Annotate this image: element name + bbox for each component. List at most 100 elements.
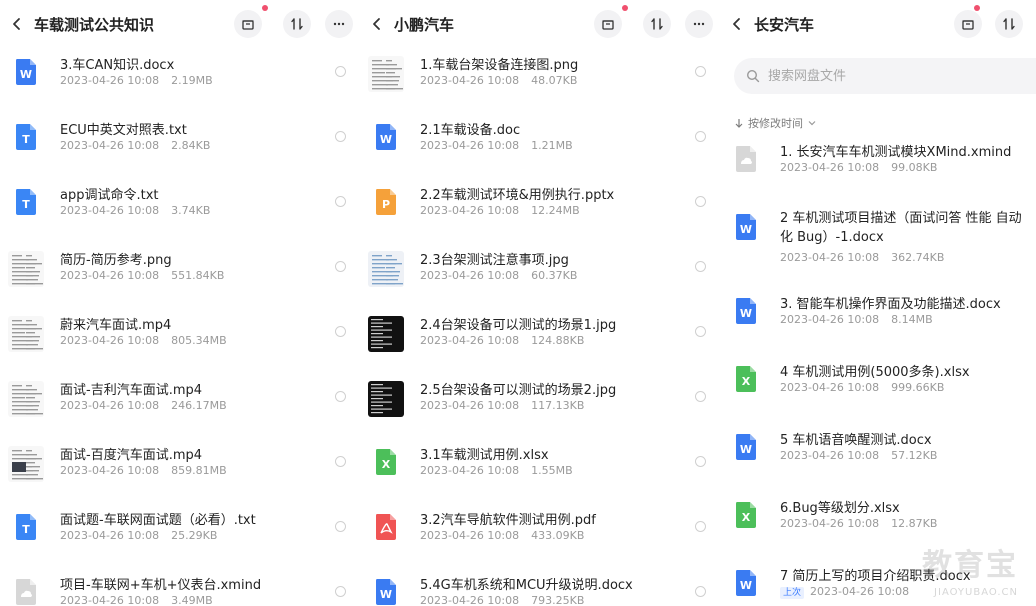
file-row[interactable]: 蔚来汽车面试.mp4 2023-04-26 10:08 805.34MB	[0, 308, 360, 372]
select-checkbox[interactable]	[335, 66, 346, 77]
select-checkbox[interactable]	[335, 326, 346, 337]
more-icon	[693, 22, 705, 26]
more-button[interactable]	[685, 10, 713, 38]
more-button[interactable]	[325, 10, 353, 38]
file-meta: 2023-04-26 10:08 246.17MB	[60, 399, 227, 412]
file-row[interactable]: 2.5台架设备可以测试的场景2.jpg 2023-04-26 10:08 117.1…	[360, 373, 720, 437]
sort-button[interactable]	[283, 10, 311, 38]
back-button[interactable]	[366, 10, 388, 38]
file-row[interactable]: 面试-百度汽车面试.mp4 2023-04-26 10:08 859.81MB	[0, 438, 360, 502]
word-file-icon: W	[376, 579, 396, 605]
file-row[interactable]: X 3.1车载测试用例.xlsx 2023-04-26 10:08 1.55MB	[360, 438, 720, 502]
search-icon	[746, 69, 760, 83]
select-checkbox[interactable]	[335, 131, 346, 142]
select-checkbox[interactable]	[695, 326, 706, 337]
trash-button[interactable]	[234, 10, 262, 38]
file-size: 25.29KB	[171, 529, 218, 542]
sort-button[interactable]	[643, 10, 671, 38]
file-name: 面试题-车联网面试题（必看）.txt	[60, 513, 256, 528]
sort-button[interactable]	[995, 10, 1023, 38]
svg-text:W: W	[380, 133, 392, 146]
sort-order[interactable]: 按修改时间	[734, 115, 817, 131]
file-name: 2.2车载测试环境&用例执行.pptx	[420, 188, 615, 203]
pdf-file-icon	[376, 514, 396, 540]
word-file-icon: W	[736, 298, 756, 324]
select-checkbox[interactable]	[335, 521, 346, 532]
search-bar[interactable]	[734, 58, 1036, 94]
panel-changan: 长安汽车 按修改时间 1. 长安汽车车机测试模块XMind.xmind2023-…	[720, 0, 1036, 606]
select-checkbox[interactable]	[695, 131, 706, 142]
trash-button[interactable]	[954, 10, 982, 38]
select-checkbox[interactable]	[695, 586, 706, 597]
file-row[interactable]: 2.3台架测试注意事项.jpg 2023-04-26 10:08 60.37KB	[360, 243, 720, 307]
file-thumbnail	[8, 316, 44, 352]
file-size: 999.66KB	[891, 381, 945, 394]
select-checkbox[interactable]	[335, 391, 346, 402]
file-size: 3.74KB	[171, 204, 211, 217]
select-checkbox[interactable]	[695, 66, 706, 77]
file-size: 551.84KB	[171, 269, 225, 282]
file-row[interactable]: 面试-吉利汽车面试.mp4 2023-04-26 10:08 246.17MB	[0, 373, 360, 437]
page-title: 车载测试公共知识	[34, 16, 155, 34]
file-meta: 2023-04-26 10:08 859.81MB	[60, 464, 227, 477]
search-input[interactable]	[768, 58, 1008, 94]
file-row[interactable]: 2.4台架设备可以测试的场景1.jpg 2023-04-26 10:08 124.8…	[360, 308, 720, 372]
file-row[interactable]: 项目-车联网+车机+仪表台.xmind 2023-04-26 10:08 3.49M…	[0, 568, 360, 606]
file-name: app调试命令.txt	[60, 188, 159, 203]
file-size: 3.49MB	[171, 594, 213, 606]
select-checkbox[interactable]	[695, 261, 706, 272]
file-row[interactable]: X 4 车机测试用例(5000多条).xlsx 2023-04-26 10:08 99…	[720, 355, 1036, 419]
text-file-icon: T	[16, 124, 36, 150]
file-row[interactable]: T ECU中英文对照表.txt 2023-04-26 10:08 2.84KB	[0, 113, 360, 177]
file-row[interactable]: W 3. 智能车机操作界面及功能描述.docx 2023-04-26 10:08 8.…	[720, 287, 1036, 351]
file-date: 2023-04-26 10:08	[780, 251, 880, 264]
svg-text:W: W	[740, 579, 752, 592]
select-checkbox[interactable]	[335, 456, 346, 467]
file-row[interactable]: W 2 车机测试项目描述（面试问答 性能 自动化 Bug）-1.docx 2023-…	[720, 203, 1036, 267]
select-checkbox[interactable]	[695, 391, 706, 402]
file-size: 48.07KB	[531, 74, 578, 87]
word-file-icon: W	[376, 124, 396, 150]
file-name: 1.车载台架设备连接图.png	[420, 58, 579, 73]
file-name: 2.1车载设备.doc	[420, 123, 521, 138]
watermark-url: JIAOYUBAO.CN	[934, 587, 1018, 598]
file-meta: 2023-04-26 10:08 99.08KB	[780, 161, 937, 174]
file-row[interactable]: T 面试题-车联网面试题（必看）.txt 2023-04-26 10:08 25.29…	[0, 503, 360, 567]
file-meta: 2023-04-26 10:08 805.34MB	[60, 334, 227, 347]
word-file-icon: W	[736, 570, 756, 596]
archive-icon	[242, 20, 254, 30]
select-checkbox[interactable]	[695, 521, 706, 532]
file-name: 2.3台架测试注意事项.jpg	[420, 253, 569, 268]
file-meta: 2023-04-26 10:08 2.19MB	[60, 74, 213, 87]
file-row[interactable]: W 2.1车载设备.doc 2023-04-26 10:08 1.21MB	[360, 113, 720, 177]
chevron-left-icon	[13, 18, 20, 30]
select-checkbox[interactable]	[335, 586, 346, 597]
sort-icon	[1003, 18, 1015, 30]
file-date: 2023-04-26 10:08	[60, 139, 160, 152]
file-name: 项目-车联网+车机+仪表台.xmind	[60, 578, 262, 593]
select-checkbox[interactable]	[335, 261, 346, 272]
file-row[interactable]: 1. 长安汽车车机测试模块XMind.xmind 2023-04-26 10:08…	[720, 135, 1036, 199]
file-date: 2023-04-26 10:08	[420, 399, 520, 412]
file-row[interactable]: P 2.2车载测试环境&用例执行.pptx 2023-04-26 10:08 12.2…	[360, 178, 720, 242]
chevron-left-icon	[733, 18, 740, 30]
file-row[interactable]: 3.2汽车导航软件测试用例.pdf 2023-04-26 10:08 433.09K…	[360, 503, 720, 567]
file-name: 3.车CAN知识.docx	[60, 58, 175, 73]
file-row[interactable]: W 5.4G车机系统和MCU升级说明.docx 2023-04-26 10:08 79…	[360, 568, 720, 606]
select-checkbox[interactable]	[695, 456, 706, 467]
select-checkbox[interactable]	[335, 196, 346, 207]
back-button[interactable]	[6, 10, 28, 38]
file-row[interactable]: 简历-简历参考.png 2023-04-26 10:08 551.84KB	[0, 243, 360, 307]
back-button[interactable]	[726, 10, 748, 38]
file-name: 面试-吉利汽车面试.mp4	[60, 383, 203, 398]
file-meta: 上次 2023-04-26 10:08	[780, 585, 921, 599]
svg-text:X: X	[382, 458, 391, 471]
select-checkbox[interactable]	[695, 196, 706, 207]
trash-button[interactable]	[594, 10, 622, 38]
file-date: 2023-04-26 10:08	[60, 269, 160, 282]
file-row[interactable]: W 5 车机语音唤醒测试.docx 2023-04-26 10:08 57.12KB	[720, 423, 1036, 487]
file-row[interactable]: 1.车载台架设备连接图.png 2023-04-26 10:08 48.07KB	[360, 48, 720, 112]
file-size: 60.37KB	[531, 269, 578, 282]
file-row[interactable]: W 3.车CAN知识.docx 2023-04-26 10:08 2.19MB	[0, 48, 360, 112]
file-row[interactable]: Tapp调试命令.txt 2023-04-26 10:08 3.74KB	[0, 178, 360, 242]
